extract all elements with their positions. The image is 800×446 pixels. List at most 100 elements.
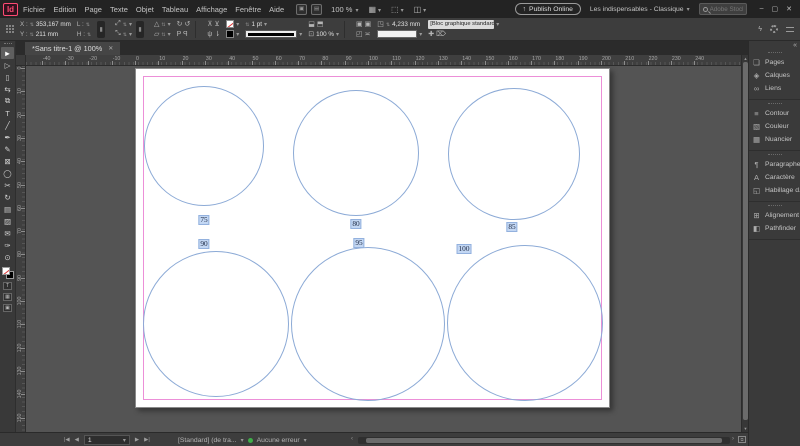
selection-tool[interactable]: ►: [1, 47, 14, 59]
pen-tool[interactable]: ✒: [1, 131, 14, 143]
panel-button-pages[interactable]: ❏ Pages: [749, 56, 800, 69]
gradient-tool[interactable]: ▤: [1, 203, 14, 215]
rotate-ccw-icon[interactable]: ↺: [184, 20, 190, 28]
stepper-icon[interactable]: [386, 21, 390, 28]
stroke-style-dropdown[interactable]: [245, 30, 298, 38]
panel-button-caractere[interactable]: A Caractère: [749, 171, 800, 184]
type-tool[interactable]: T: [1, 107, 14, 119]
constrain-scale-toggle[interactable]: ▮: [136, 20, 144, 38]
preflight-profile-dropdown[interactable]: [Standard] (de tra...: [178, 437, 237, 444]
diameter-label-95[interactable]: 95: [353, 238, 365, 248]
panel-button-alignement[interactable]: ⊞ Alignement: [749, 209, 800, 222]
circle-frame-95[interactable]: [291, 247, 445, 401]
select-container-icon[interactable]: ⊼: [207, 20, 212, 28]
chevron-down-icon[interactable]: [304, 437, 307, 444]
wrap-shape-icon[interactable]: ◰: [356, 30, 363, 38]
wrap-jump-icon[interactable]: ≍: [365, 30, 371, 38]
flip-vertical-icon[interactable]: P: [183, 31, 188, 38]
select-content-icon[interactable]: ⊻: [214, 20, 219, 28]
ellipse-tool[interactable]: ◯: [1, 167, 14, 179]
select-previous-icon[interactable]: ψ: [207, 31, 212, 38]
stepper-icon[interactable]: [30, 31, 34, 38]
eyedropper-tool[interactable]: ✑: [1, 239, 14, 251]
chevron-down-icon[interactable]: [496, 21, 499, 28]
chevron-down-icon[interactable]: [236, 31, 239, 38]
panel-grip[interactable]: [767, 154, 782, 155]
style-override-icon[interactable]: ✚: [428, 30, 434, 38]
gradient-feather-tool[interactable]: ▨: [1, 215, 14, 227]
stroke-weight-field[interactable]: 1 pt: [251, 21, 262, 28]
flip-horizontal-icon[interactable]: P: [177, 31, 182, 38]
panel-button-paragraphe[interactable]: ¶ Paragraphe: [749, 158, 800, 171]
drop-shadow-icon[interactable]: ⬒: [317, 20, 324, 28]
circle-frame-100[interactable]: [447, 245, 603, 401]
line-tool[interactable]: ╱: [1, 119, 14, 131]
view-options-dropdown[interactable]: ▦: [368, 5, 381, 14]
free-transform-tool[interactable]: ↻: [1, 191, 14, 203]
panel-button-contour[interactable]: ≡ Contour: [749, 107, 800, 120]
maximize-button[interactable]: ▢: [772, 5, 779, 13]
adobe-stock-search[interactable]: [698, 3, 747, 15]
menu-page[interactable]: Page: [84, 5, 102, 14]
stepper-icon[interactable]: [87, 31, 91, 38]
corner-shape-dropdown[interactable]: [377, 30, 418, 38]
menu-tableau[interactable]: Tableau: [162, 5, 188, 14]
content-collector-tool[interactable]: ⧉: [1, 95, 14, 107]
page-number-dropdown[interactable]: 1: [83, 435, 130, 445]
diameter-label-75[interactable]: 75: [198, 215, 210, 225]
screen-mode-dropdown[interactable]: ⬚: [391, 5, 404, 14]
previous-page-icon[interactable]: ◀: [75, 437, 79, 443]
menu-affichage[interactable]: Affichage: [196, 5, 227, 14]
object-style-dropdown[interactable]: [Bloc graphique standard]: [428, 19, 495, 29]
scissors-tool[interactable]: ✂: [1, 179, 14, 191]
chevron-down-icon[interactable]: [419, 31, 422, 38]
arrange-documents-dropdown[interactable]: ◫: [414, 5, 427, 14]
circle-frame-90[interactable]: [143, 251, 289, 397]
collapse-panels-icon[interactable]: «: [793, 42, 797, 49]
chevron-down-icon[interactable]: [168, 31, 171, 38]
chevron-down-icon[interactable]: [299, 31, 302, 38]
chevron-down-icon[interactable]: [264, 21, 267, 28]
close-tab-icon[interactable]: ✕: [108, 45, 113, 52]
page-tool[interactable]: ▯: [1, 71, 14, 83]
menu-edition[interactable]: Edition: [54, 5, 77, 14]
diameter-label-85[interactable]: 85: [506, 222, 518, 232]
pencil-tool[interactable]: ✎: [1, 143, 14, 155]
menu-texte[interactable]: Texte: [110, 5, 128, 14]
x-position-field[interactable]: 353,167 mm: [36, 21, 71, 28]
fill-swatch-none[interactable]: [226, 20, 235, 28]
reference-point-proxy[interactable]: [5, 25, 14, 34]
diameter-label-80[interactable]: 80: [350, 219, 362, 229]
panel-grip[interactable]: [3, 43, 12, 44]
menu-fichier[interactable]: Fichier: [23, 5, 46, 14]
panel-button-habillage[interactable]: ◱ Habillage d...: [749, 184, 800, 197]
select-next-icon[interactable]: ⇂: [214, 30, 220, 38]
panel-button-pathfinder[interactable]: ◧ Pathfinder: [749, 222, 800, 235]
circle-frame-85[interactable]: [448, 88, 580, 220]
panel-button-liens[interactable]: ∞ Liens: [749, 82, 800, 95]
panel-grip[interactable]: [767, 103, 782, 104]
document-tab[interactable]: *Sans titre-1 @ 100% ✕: [25, 42, 121, 55]
apply-formatting-text-icon[interactable]: T: [3, 282, 12, 290]
stepper-icon[interactable]: [161, 31, 165, 38]
zoom-tool[interactable]: ⊙: [1, 251, 14, 263]
rotate-cw-icon[interactable]: ↻: [177, 20, 183, 28]
wrap-none-icon[interactable]: ▣: [356, 20, 363, 28]
fill-color-none-swatch[interactable]: [1, 267, 10, 275]
search-input[interactable]: [709, 5, 743, 13]
menu-objet[interactable]: Objet: [136, 5, 154, 14]
publish-online-button[interactable]: Publish Online: [514, 3, 581, 15]
chevron-down-icon[interactable]: [168, 21, 171, 28]
scroll-right-icon[interactable]: ›: [732, 436, 734, 442]
constrain-proportions-toggle[interactable]: ▮: [97, 20, 106, 38]
fill-stroke-proxy[interactable]: [1, 267, 14, 279]
chevron-down-icon[interactable]: [129, 31, 132, 38]
diameter-label-90[interactable]: 90: [198, 239, 210, 249]
direct-selection-tool[interactable]: ▷: [1, 59, 14, 71]
diameter-label-100[interactable]: 100: [456, 244, 472, 254]
opacity-field[interactable]: 100 %: [316, 31, 334, 38]
close-button[interactable]: ✕: [786, 5, 792, 13]
minimize-button[interactable]: –: [760, 5, 764, 13]
horizontal-ruler[interactable]: -40 -30 -20 -10 0 10 20 30 40 50 60 70 80 90 100 110 120…: [26, 55, 741, 66]
chevron-down-icon[interactable]: [241, 437, 244, 444]
